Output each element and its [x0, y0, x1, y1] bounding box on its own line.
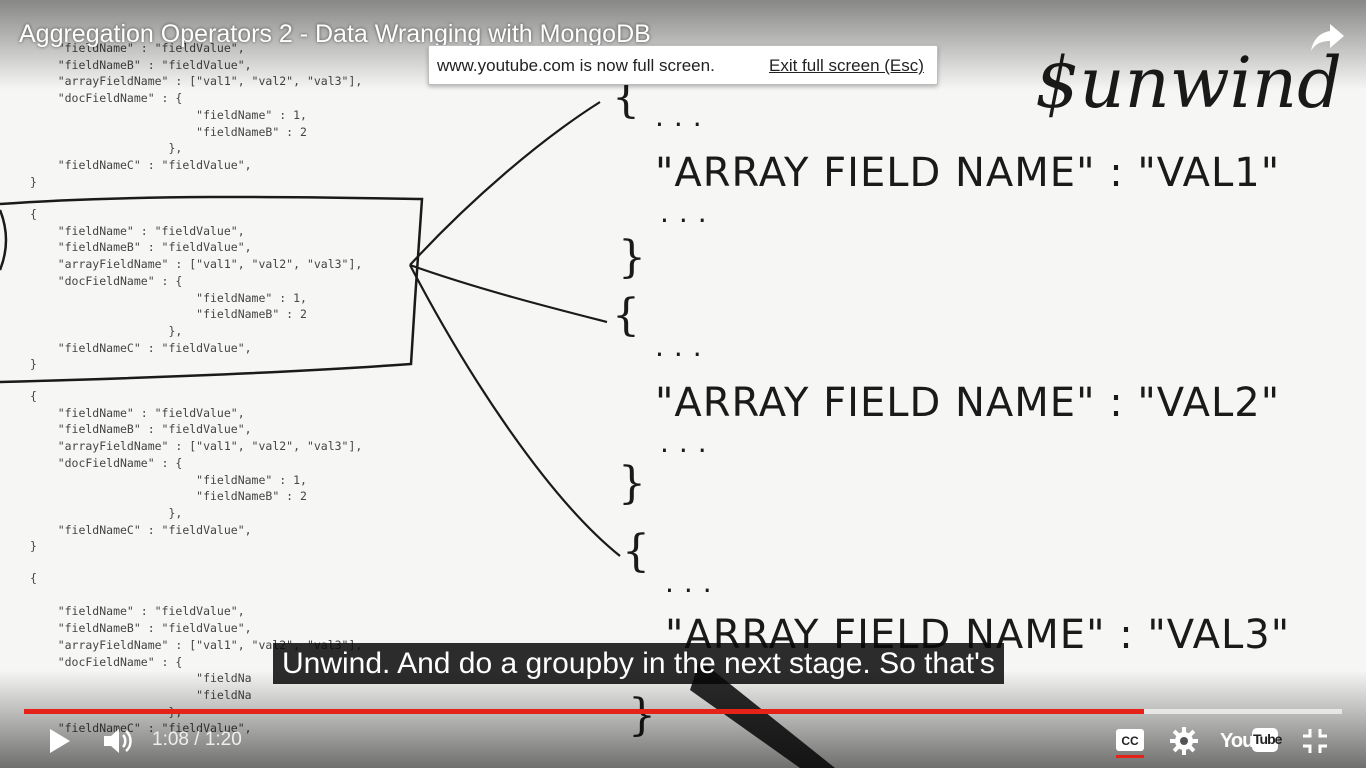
- volume-icon: [104, 729, 132, 753]
- play-icon: [50, 729, 70, 753]
- array-line-2: "ARRAY FIELD NAME" : "VAL2": [655, 380, 1281, 426]
- play-button[interactable]: [44, 726, 74, 756]
- brace-open-2: {: [612, 290, 640, 341]
- share-icon: [1311, 24, 1344, 51]
- exit-fullscreen-button[interactable]: [1300, 726, 1330, 756]
- dots-1a: ...: [655, 100, 712, 133]
- dots-1b: ...: [660, 196, 717, 229]
- youtube-logo-tube-box: Tube: [1252, 728, 1282, 752]
- progress-bar[interactable]: [24, 709, 1342, 714]
- brace-close-2: }: [618, 458, 646, 509]
- brace-open-3: {: [622, 526, 650, 577]
- exit-fullscreen-link[interactable]: Exit full screen (Esc): [769, 56, 924, 76]
- volume-button[interactable]: [102, 726, 138, 756]
- exit-fullscreen-icon: [1303, 729, 1327, 753]
- array-line-1: "ARRAY FIELD NAME" : "VAL1": [655, 150, 1281, 196]
- svg-text:CC: CC: [1121, 734, 1139, 748]
- dots-2a: ...: [655, 330, 712, 363]
- settings-icon: [1170, 727, 1198, 755]
- progress-played: [24, 709, 1145, 714]
- captions-button[interactable]: CC: [1115, 727, 1145, 753]
- highlight-box-edge: [0, 209, 8, 271]
- settings-button[interactable]: [1169, 726, 1199, 756]
- youtube-logo-tube: Tube: [1253, 731, 1282, 747]
- cc-icon: CC: [1116, 729, 1144, 751]
- fullscreen-notice: www.youtube.com is now full screen. Exit…: [428, 45, 938, 85]
- time-display: 1:08 / 1:20: [152, 729, 242, 750]
- dots-3a: ...: [665, 566, 722, 599]
- highlight-box: [0, 195, 424, 384]
- youtube-logo[interactable]: You Tube: [1220, 728, 1282, 754]
- brace-close-1: }: [618, 232, 646, 283]
- arrow-line-2: [409, 263, 608, 324]
- share-button[interactable]: [1308, 20, 1348, 56]
- captions-active-indicator: [1116, 755, 1144, 758]
- bottom-overlay: [0, 670, 1366, 768]
- dots-2b: ...: [660, 426, 717, 459]
- fullscreen-message: www.youtube.com is now full screen.: [437, 56, 715, 75]
- arrow-line-3: [409, 264, 621, 557]
- arrow-line-1: [409, 101, 601, 266]
- youtube-logo-you: You: [1220, 730, 1254, 752]
